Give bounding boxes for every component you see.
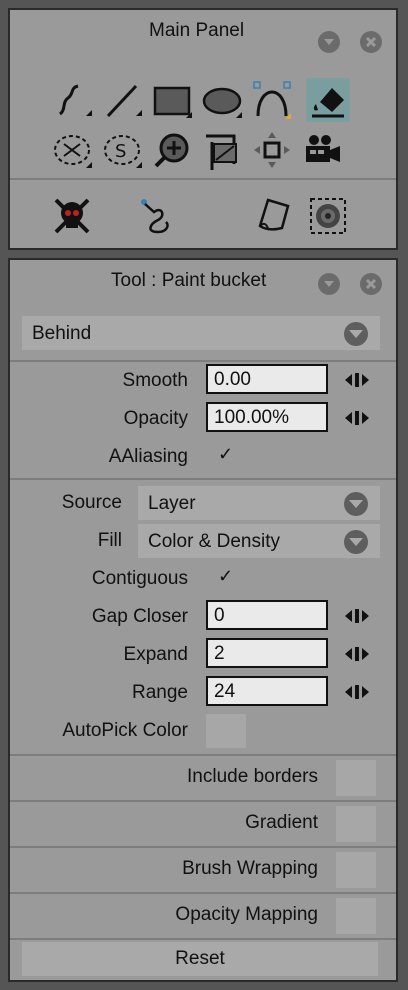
close-icon[interactable] xyxy=(360,273,382,295)
source-value: Layer xyxy=(148,493,196,514)
gradient-checkbox[interactable] xyxy=(336,806,376,842)
contiguous-checkbox[interactable]: ✓ xyxy=(218,566,233,587)
gap-closer-stepper-icon[interactable] xyxy=(344,608,370,624)
rig-pen-tool[interactable] xyxy=(136,196,176,236)
aaliasing-checkbox[interactable]: ✓ xyxy=(218,444,233,465)
texture-tool[interactable] xyxy=(308,196,348,236)
range-field[interactable]: 24 xyxy=(206,676,328,706)
contiguous-label: Contiguous xyxy=(91,568,188,589)
fill-value: Color & Density xyxy=(148,531,280,552)
line-icon xyxy=(106,84,142,118)
divider xyxy=(10,360,396,362)
tool-panel-title: Tool : Paint bucket xyxy=(111,270,267,291)
crop-icon xyxy=(206,134,237,170)
collapse-icon[interactable] xyxy=(318,273,340,295)
source-dropdown[interactable]: Layer xyxy=(138,486,380,520)
aaliasing-label: AAliasing xyxy=(108,446,188,467)
main-panel-title: Main Panel xyxy=(149,20,245,41)
cutter-tool[interactable] xyxy=(52,130,92,170)
camera-tool[interactable] xyxy=(302,130,342,170)
gap-closer-field[interactable]: 0 xyxy=(206,600,328,630)
autopick-color-label: AutoPick Color xyxy=(62,720,188,741)
main-panel-titlebar: Main Panel xyxy=(10,10,396,53)
gap-closer-label: Gap Closer xyxy=(91,606,188,627)
opacity-field[interactable]: 100.00% xyxy=(206,402,328,432)
smooth-label: Smooth xyxy=(122,370,188,391)
ellipse-tool[interactable] xyxy=(202,80,242,120)
chevron-down-icon xyxy=(344,492,368,516)
chevron-down-icon xyxy=(344,530,368,554)
range-stepper-icon[interactable] xyxy=(344,684,370,700)
divider xyxy=(10,938,396,940)
fill-label: Fill xyxy=(97,530,122,551)
smart-select-icon: S xyxy=(104,135,142,168)
mode-value: Behind xyxy=(32,323,92,344)
expand-label: Expand xyxy=(123,644,188,665)
divider xyxy=(10,754,396,756)
mode-dropdown[interactable]: Behind xyxy=(22,316,380,350)
bezier-curve-icon xyxy=(253,81,291,119)
include-borders-label: Include borders xyxy=(187,766,318,787)
line-tool[interactable] xyxy=(102,80,142,120)
include-borders-checkbox[interactable] xyxy=(336,760,376,796)
move-tool[interactable] xyxy=(252,130,292,170)
freehand-tool[interactable] xyxy=(52,80,92,120)
texture-icon xyxy=(310,198,346,234)
brush-wrapping-checkbox[interactable] xyxy=(336,852,376,888)
rig-pen-icon xyxy=(141,199,169,234)
rectangle-icon xyxy=(153,86,192,118)
paint-bucket-tool[interactable] xyxy=(306,78,350,122)
chevron-down-icon xyxy=(344,322,368,346)
ellipse-icon xyxy=(202,87,242,118)
smart-select-tool[interactable]: S xyxy=(102,130,142,170)
camera-icon xyxy=(306,135,340,162)
move-icon xyxy=(254,132,290,168)
range-label: Range xyxy=(132,682,188,703)
main-panel: Main Panel S xyxy=(8,8,398,250)
opacity-stepper-icon[interactable] xyxy=(344,410,370,426)
smooth-stepper-icon[interactable] xyxy=(344,372,370,388)
autopick-color-checkbox[interactable] xyxy=(206,714,246,748)
divider xyxy=(10,800,396,802)
paper-icon xyxy=(258,198,290,231)
close-icon[interactable] xyxy=(360,31,382,53)
bezier-tool[interactable] xyxy=(252,80,292,120)
tool-panel-titlebar: Tool : Paint bucket xyxy=(10,260,396,300)
paper-tool[interactable] xyxy=(254,196,294,236)
smooth-field[interactable]: 0.00 xyxy=(206,364,328,394)
expand-field[interactable]: 2 xyxy=(206,638,328,668)
collapse-icon[interactable] xyxy=(318,31,340,53)
main-panel-divider xyxy=(10,178,396,180)
opacity-label: Opacity xyxy=(123,408,188,429)
tool-panel: Tool : Paint bucket Behind Smooth 0.00 O… xyxy=(8,258,398,982)
zoom-tool[interactable] xyxy=(152,130,192,170)
reset-button[interactable]: Reset xyxy=(22,942,378,976)
svg-text:S: S xyxy=(115,141,126,162)
expand-stepper-icon[interactable] xyxy=(344,646,370,662)
zoom-icon xyxy=(154,133,189,168)
divider xyxy=(10,478,396,480)
skull-eraser-tool[interactable] xyxy=(52,196,92,236)
fill-dropdown[interactable]: Color & Density xyxy=(138,524,380,558)
gradient-label: Gradient xyxy=(245,812,318,833)
freehand-icon xyxy=(59,84,92,116)
divider xyxy=(10,892,396,894)
opacity-mapping-checkbox[interactable] xyxy=(336,898,376,934)
cutter-icon xyxy=(54,135,92,168)
divider xyxy=(10,846,396,848)
source-label: Source xyxy=(61,492,122,513)
rectangle-tool[interactable] xyxy=(152,80,192,120)
opacity-mapping-label: Opacity Mapping xyxy=(175,904,318,925)
paint-bucket-icon xyxy=(312,88,344,118)
crop-tool[interactable] xyxy=(202,130,242,170)
skull-eraser-icon xyxy=(54,198,90,234)
brush-wrapping-label: Brush Wrapping xyxy=(182,858,318,879)
